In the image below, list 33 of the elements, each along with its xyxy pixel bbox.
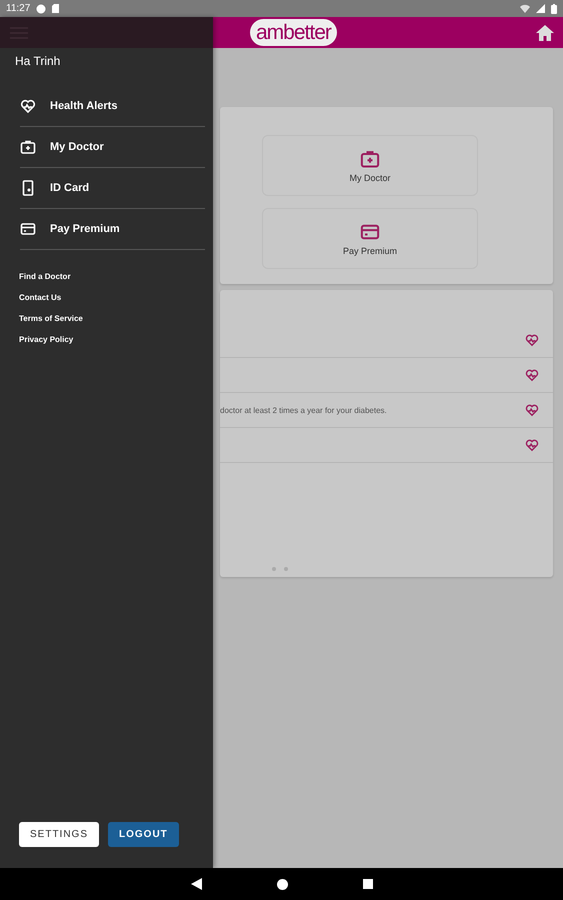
- id-card-icon: [20, 180, 36, 196]
- logout-button[interactable]: LOGOUT: [108, 822, 179, 847]
- drawer-link[interactable]: Find a Doctor: [19, 272, 71, 281]
- sd-card-icon: [52, 4, 60, 13]
- heart-pulse-icon: [525, 403, 539, 417]
- drawer-item[interactable]: My Doctor: [20, 127, 205, 168]
- logo: ambetter: [250, 19, 337, 46]
- notification-icon: [36, 4, 46, 14]
- alert-text: doctor at least 2 times a year for your diabetes.: [220, 406, 387, 414]
- menu-tile[interactable]: My Doctor: [262, 135, 478, 196]
- user-name: Ha Trinh: [15, 54, 62, 68]
- recents-icon[interactable]: [362, 879, 372, 889]
- credit-card-icon: [20, 221, 36, 237]
- drawer-item[interactable]: Pay Premium: [20, 209, 205, 250]
- home-icon[interactable]: [276, 878, 288, 890]
- clock-time: 11:27: [6, 3, 30, 14]
- drawer-link[interactable]: Terms of Service: [19, 314, 83, 323]
- heart-pulse-icon: [20, 98, 36, 114]
- signal-icon: [536, 4, 545, 13]
- heart-pulse-icon: [525, 333, 539, 347]
- drawer-item[interactable]: ID Card: [20, 168, 205, 209]
- drawer-link[interactable]: Contact Us: [19, 293, 62, 302]
- settings-button[interactable]: SETTINGS: [19, 822, 100, 847]
- drawer-item[interactable]: Health Alerts: [20, 86, 205, 127]
- wifi-icon: [520, 4, 530, 13]
- medical-bag-icon: [20, 139, 36, 155]
- heart-pulse-icon: [525, 438, 539, 452]
- battery-icon: [551, 4, 557, 14]
- menu-tile[interactable]: Pay Premium: [262, 208, 478, 269]
- medical-bag-icon: [360, 148, 380, 168]
- heart-pulse-icon: [525, 368, 539, 382]
- drawer-link[interactable]: Privacy Policy: [19, 335, 74, 344]
- back-icon[interactable]: [190, 878, 202, 890]
